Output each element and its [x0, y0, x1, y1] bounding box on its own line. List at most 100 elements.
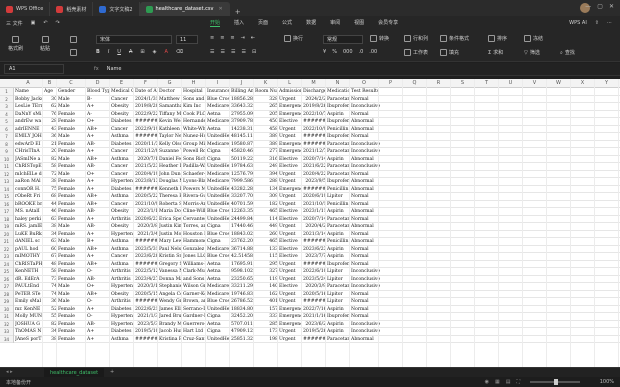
table-cell[interactable]: 2024/1/31: [135, 96, 158, 104]
table-cell[interactable]: Hypertensio: [111, 313, 134, 321]
table-cell[interactable]: Female: [58, 321, 86, 329]
table-cell[interactable]: A+: [87, 336, 110, 344]
table-cell[interactable]: 2020/3/9: [303, 283, 326, 291]
table-cell[interactable]: 2019/5/26: [303, 328, 326, 336]
table-cell[interactable]: Aetna: [207, 276, 230, 284]
table-cell[interactable]: 2021/3/14: [303, 231, 326, 239]
table-cell[interactable]: AB-: [87, 223, 110, 231]
table-cell[interactable]: 2021/1/16: [303, 313, 326, 321]
table-cell[interactable]: Gender: [58, 88, 86, 96]
table-cell[interactable]: rObeRt Fri: [15, 193, 43, 201]
table-cell[interactable]: Medication: [327, 88, 350, 96]
table-cell[interactable]: AB-: [87, 208, 110, 216]
table-cell[interactable]: Male: [58, 103, 86, 111]
table-cell[interactable]: 23250.6524: [231, 276, 254, 284]
file-menu[interactable]: 三 文件: [6, 20, 23, 27]
table-cell[interactable]: Tiffany Mi: [159, 111, 182, 119]
table-cell[interactable]: O-: [87, 298, 110, 306]
row-number[interactable]: 25: [0, 268, 13, 276]
table-cell[interactable]: 327: [255, 268, 278, 276]
table-cell[interactable]: Lipitor: [327, 268, 350, 276]
table-cell[interactable]: Hart Ltd: [183, 328, 206, 336]
table-cell[interactable]: 182: [255, 201, 278, 209]
align-center-icon[interactable]: ☰: [220, 49, 224, 55]
table-cell[interactable]: Kathleen H: [159, 126, 182, 134]
table-cell[interactable]: 2020/4/19: [135, 171, 158, 179]
table-cell[interactable]: Normal: [351, 231, 420, 239]
table-cell[interactable]: Normal: [351, 291, 420, 299]
table-cell[interactable]: Sons and Mi: [183, 96, 206, 104]
table-cell[interactable]: ########: [135, 298, 158, 306]
row-number[interactable]: 7: [0, 133, 13, 141]
table-cell[interactable]: Gardner-M: [183, 313, 206, 321]
table-cell[interactable]: Kenneth Fl: [159, 186, 182, 194]
align-bottom-icon[interactable]: ≡: [230, 35, 234, 41]
table-cell[interactable]: pAUL hod: [15, 246, 43, 254]
font-select[interactable]: 宋体: [96, 35, 172, 44]
table-cell[interactable]: LesLie TErr: [15, 103, 43, 111]
table-cell[interactable]: Kim Inc: [183, 103, 206, 111]
row-number[interactable]: 30: [0, 306, 13, 313]
table-cell[interactable]: 450: [255, 118, 278, 126]
table-cell[interactable]: Ibuprofen: [327, 313, 350, 321]
table-cell[interactable]: 2023/5/3: [135, 321, 158, 329]
column-header[interactable]: C: [57, 79, 86, 88]
table-cell[interactable]: Emergency: [279, 313, 302, 321]
table-cell[interactable]: 2020/4/2: [303, 223, 326, 231]
wps-ai-button[interactable]: WPS AI: [569, 20, 587, 26]
table-cell[interactable]: UnitedHeal: [207, 306, 230, 314]
column-header[interactable]: T: [475, 79, 499, 88]
table-cell[interactable]: 14238.3178: [231, 126, 254, 134]
fullscreen-icon[interactable]: ⛶: [516, 379, 520, 385]
formula-input[interactable]: Name: [107, 66, 122, 72]
table-cell[interactable]: EMILY JOH: [15, 133, 43, 141]
table-cell[interactable]: Insurance: [207, 88, 230, 96]
table-cell[interactable]: Hammond: [183, 238, 206, 246]
table-cell[interactable]: Abnormal: [351, 238, 420, 246]
table-cell[interactable]: Diabetes: [111, 186, 134, 194]
table-cell[interactable]: Roberta Sti: [159, 201, 182, 209]
table-cell[interactable]: Penicillin: [327, 126, 350, 134]
table-cell[interactable]: ########: [303, 336, 326, 344]
table-cell[interactable]: Female: [58, 216, 86, 224]
table-cell[interactable]: Justin Moor: [159, 231, 182, 239]
table-cell[interactable]: Padilla-Wal: [183, 163, 206, 171]
table-cell[interactable]: Urgent: [279, 231, 302, 239]
table-cell[interactable]: Inconclusive: [351, 163, 420, 171]
cell-reference-box[interactable]: A1: [4, 64, 64, 74]
table-cell[interactable]: 2022/6/10: [303, 268, 326, 276]
table-cell[interactable]: Schaefer-Pa: [183, 171, 206, 179]
table-cell[interactable]: ########: [303, 133, 326, 141]
table-cell[interactable]: Female: [58, 201, 86, 209]
save-icon[interactable]: ▣: [31, 20, 36, 26]
column-header[interactable]: M: [302, 79, 326, 88]
table-cell[interactable]: A+: [87, 231, 110, 239]
align-right-icon[interactable]: ☰: [231, 49, 235, 55]
table-cell[interactable]: Paracetamo: [327, 223, 350, 231]
table-cell[interactable]: 162: [255, 291, 278, 299]
table-cell[interactable]: Kristin Smi: [159, 253, 182, 261]
table-cell[interactable]: A+: [87, 328, 110, 336]
table-cell[interactable]: Aspirin: [327, 328, 350, 336]
table-cell[interactable]: Male: [58, 238, 86, 246]
table-cell[interactable]: Cigna: [207, 156, 230, 164]
table-cell[interactable]: O+: [87, 171, 110, 179]
table-cell[interactable]: Asthma: [111, 133, 134, 141]
copy-icon[interactable]: [70, 49, 77, 56]
table-cell[interactable]: Cigna: [207, 223, 230, 231]
table-cell[interactable]: A+: [87, 103, 110, 111]
table-cell[interactable]: Inconclusive: [351, 276, 420, 284]
row-number[interactable]: 26: [0, 276, 13, 283]
table-cell[interactable]: Cigna: [207, 148, 230, 156]
table-cell[interactable]: UnitedHeal: [207, 163, 230, 171]
eye-icon[interactable]: ◉: [485, 379, 489, 385]
table-cell[interactable]: Normal: [351, 306, 420, 314]
table-cell[interactable]: Urgent: [279, 298, 302, 306]
table-cell[interactable]: 140: [255, 283, 278, 291]
table-cell[interactable]: Serrano-Do: [183, 306, 206, 314]
table-cell[interactable]: Aetna: [207, 261, 230, 269]
table-cell[interactable]: UnitedHeal: [207, 193, 230, 201]
table-cell[interactable]: Female: [58, 261, 86, 269]
table-cell[interactable]: 389: [255, 133, 278, 141]
table-cell[interactable]: Female: [58, 313, 86, 321]
